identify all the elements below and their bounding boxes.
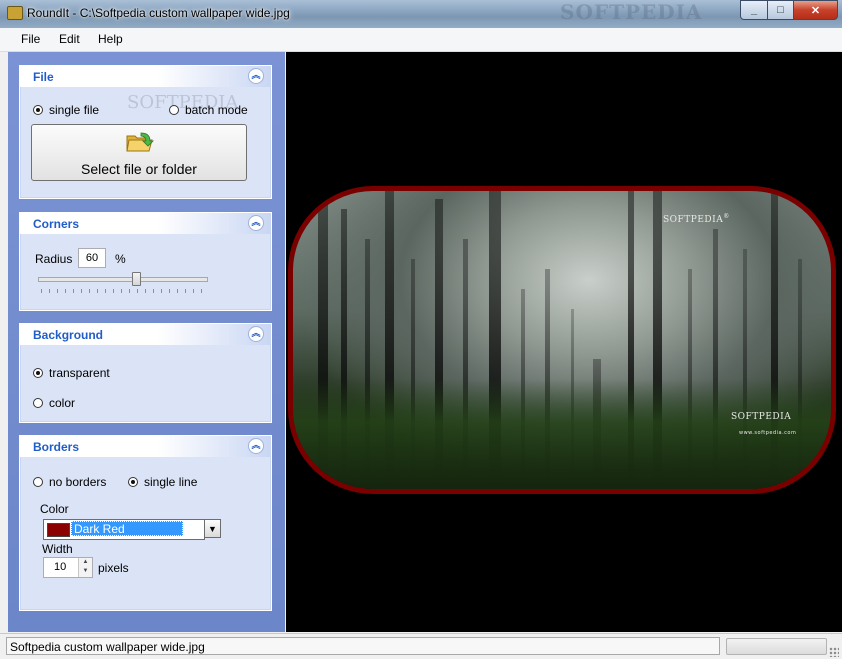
photo-watermark-bottom: SOFTPEDIA bbox=[731, 412, 792, 422]
radio-no-borders-label: no borders bbox=[49, 475, 107, 489]
menu-bar: File Edit Help bbox=[0, 28, 842, 52]
radio-transparent-label: transparent bbox=[49, 366, 110, 380]
border-width-stepper[interactable]: 10 ▲ ▼ bbox=[43, 557, 93, 578]
image-preview: SOFTPEDIA® SOFTPEDIA www.softpedia.com bbox=[286, 52, 842, 632]
corners-group: Corners ︽ Radius 60 % bbox=[19, 212, 272, 311]
collapse-corners-icon[interactable]: ︽ bbox=[248, 215, 264, 231]
dropdown-arrow-icon[interactable]: ▼ bbox=[204, 519, 221, 538]
photo-watermark-url: www.softpedia.com bbox=[739, 430, 797, 436]
maximize-button[interactable]: □ bbox=[768, 0, 794, 20]
radio-single-file[interactable]: single file bbox=[33, 103, 99, 117]
border-color-value: Dark Red bbox=[71, 521, 183, 536]
radio-transparent[interactable]: transparent bbox=[33, 366, 110, 380]
close-icon: ✕ bbox=[810, 4, 821, 17]
menu-file[interactable]: File bbox=[21, 32, 40, 46]
menu-help[interactable]: Help bbox=[98, 32, 123, 46]
window-title: RoundIt - C:\Softpedia custom wallpaper … bbox=[27, 6, 290, 20]
borders-group-header[interactable]: Borders ︽ bbox=[20, 436, 271, 457]
close-button[interactable]: ✕ bbox=[794, 0, 838, 20]
progress-bar bbox=[726, 638, 827, 655]
file-group: File ︽ SOFTPEDIA single file batch mode … bbox=[19, 65, 272, 199]
radio-batch-mode-label: batch mode bbox=[185, 103, 248, 117]
app-icon bbox=[7, 6, 23, 20]
radio-color[interactable]: color bbox=[33, 396, 75, 410]
options-pane: File ︽ SOFTPEDIA single file batch mode … bbox=[8, 52, 285, 632]
radius-slider-ticks bbox=[41, 289, 207, 293]
radius-slider-thumb[interactable] bbox=[131, 272, 141, 286]
radio-dot bbox=[169, 105, 179, 115]
app-window: RoundIt - C:\Softpedia custom wallpaper … bbox=[0, 0, 842, 659]
width-label: Width bbox=[42, 542, 73, 556]
corners-group-header[interactable]: Corners ︽ bbox=[20, 213, 271, 234]
resize-grip-icon[interactable] bbox=[829, 647, 839, 657]
radio-single-line-label: single line bbox=[144, 475, 198, 489]
radius-slider-track[interactable] bbox=[38, 277, 208, 282]
file-group-title: File bbox=[33, 70, 54, 84]
open-folder-icon bbox=[126, 132, 154, 152]
width-unit: pixels bbox=[98, 561, 129, 575]
select-file-button-label: Select file or folder bbox=[81, 161, 197, 177]
corners-group-title: Corners bbox=[33, 217, 80, 231]
status-filename: Softpedia custom wallpaper wide.jpg bbox=[6, 637, 720, 655]
stepper-arrows-icon[interactable]: ▲ ▼ bbox=[78, 558, 92, 577]
radius-label: Radius bbox=[35, 252, 73, 266]
borders-group: Borders ︽ no borders single line Color D… bbox=[19, 435, 272, 611]
radius-unit: % bbox=[115, 252, 126, 266]
menu-edit[interactable]: Edit bbox=[59, 32, 80, 46]
radio-batch-mode[interactable]: batch mode bbox=[169, 103, 248, 117]
radio-single-line[interactable]: single line bbox=[128, 475, 197, 489]
radio-dot bbox=[33, 398, 43, 408]
background-group-header[interactable]: Background ︽ bbox=[20, 324, 271, 345]
collapse-file-icon[interactable]: ︽ bbox=[248, 68, 264, 84]
border-color-dropdown[interactable]: Dark Red bbox=[43, 519, 205, 540]
background-watermark: SOFTPEDIA bbox=[560, 0, 703, 24]
radio-no-borders[interactable]: no borders bbox=[33, 475, 106, 489]
border-width-value: 10 bbox=[54, 561, 67, 573]
file-group-header[interactable]: File ︽ bbox=[20, 66, 271, 87]
radio-dot bbox=[33, 477, 43, 487]
minimize-button[interactable]: _ bbox=[740, 0, 768, 20]
status-bar: Softpedia custom wallpaper wide.jpg bbox=[0, 633, 842, 659]
rounded-photo: SOFTPEDIA® SOFTPEDIA www.softpedia.com bbox=[288, 186, 836, 494]
collapse-background-icon[interactable]: ︽ bbox=[248, 326, 264, 342]
radio-dot bbox=[33, 368, 43, 378]
radio-single-file-label: single file bbox=[49, 103, 100, 117]
select-file-button[interactable]: Select file or folder bbox=[31, 124, 247, 181]
color-label: Color bbox=[40, 502, 69, 516]
background-group-title: Background bbox=[33, 328, 104, 342]
radio-color-label: color bbox=[49, 396, 76, 410]
background-group: Background ︽ transparent color bbox=[19, 323, 272, 423]
title-bar: RoundIt - C:\Softpedia custom wallpaper … bbox=[0, 0, 842, 28]
collapse-borders-icon[interactable]: ︽ bbox=[248, 438, 264, 454]
borders-group-title: Borders bbox=[33, 440, 80, 454]
radio-dot bbox=[33, 105, 43, 115]
color-swatch bbox=[47, 523, 70, 537]
radius-input[interactable]: 60 bbox=[78, 248, 106, 268]
maximize-icon: □ bbox=[777, 4, 784, 16]
radio-dot bbox=[128, 477, 138, 487]
minimize-icon: _ bbox=[750, 4, 758, 16]
photo-watermark-top: SOFTPEDIA® bbox=[663, 213, 730, 225]
